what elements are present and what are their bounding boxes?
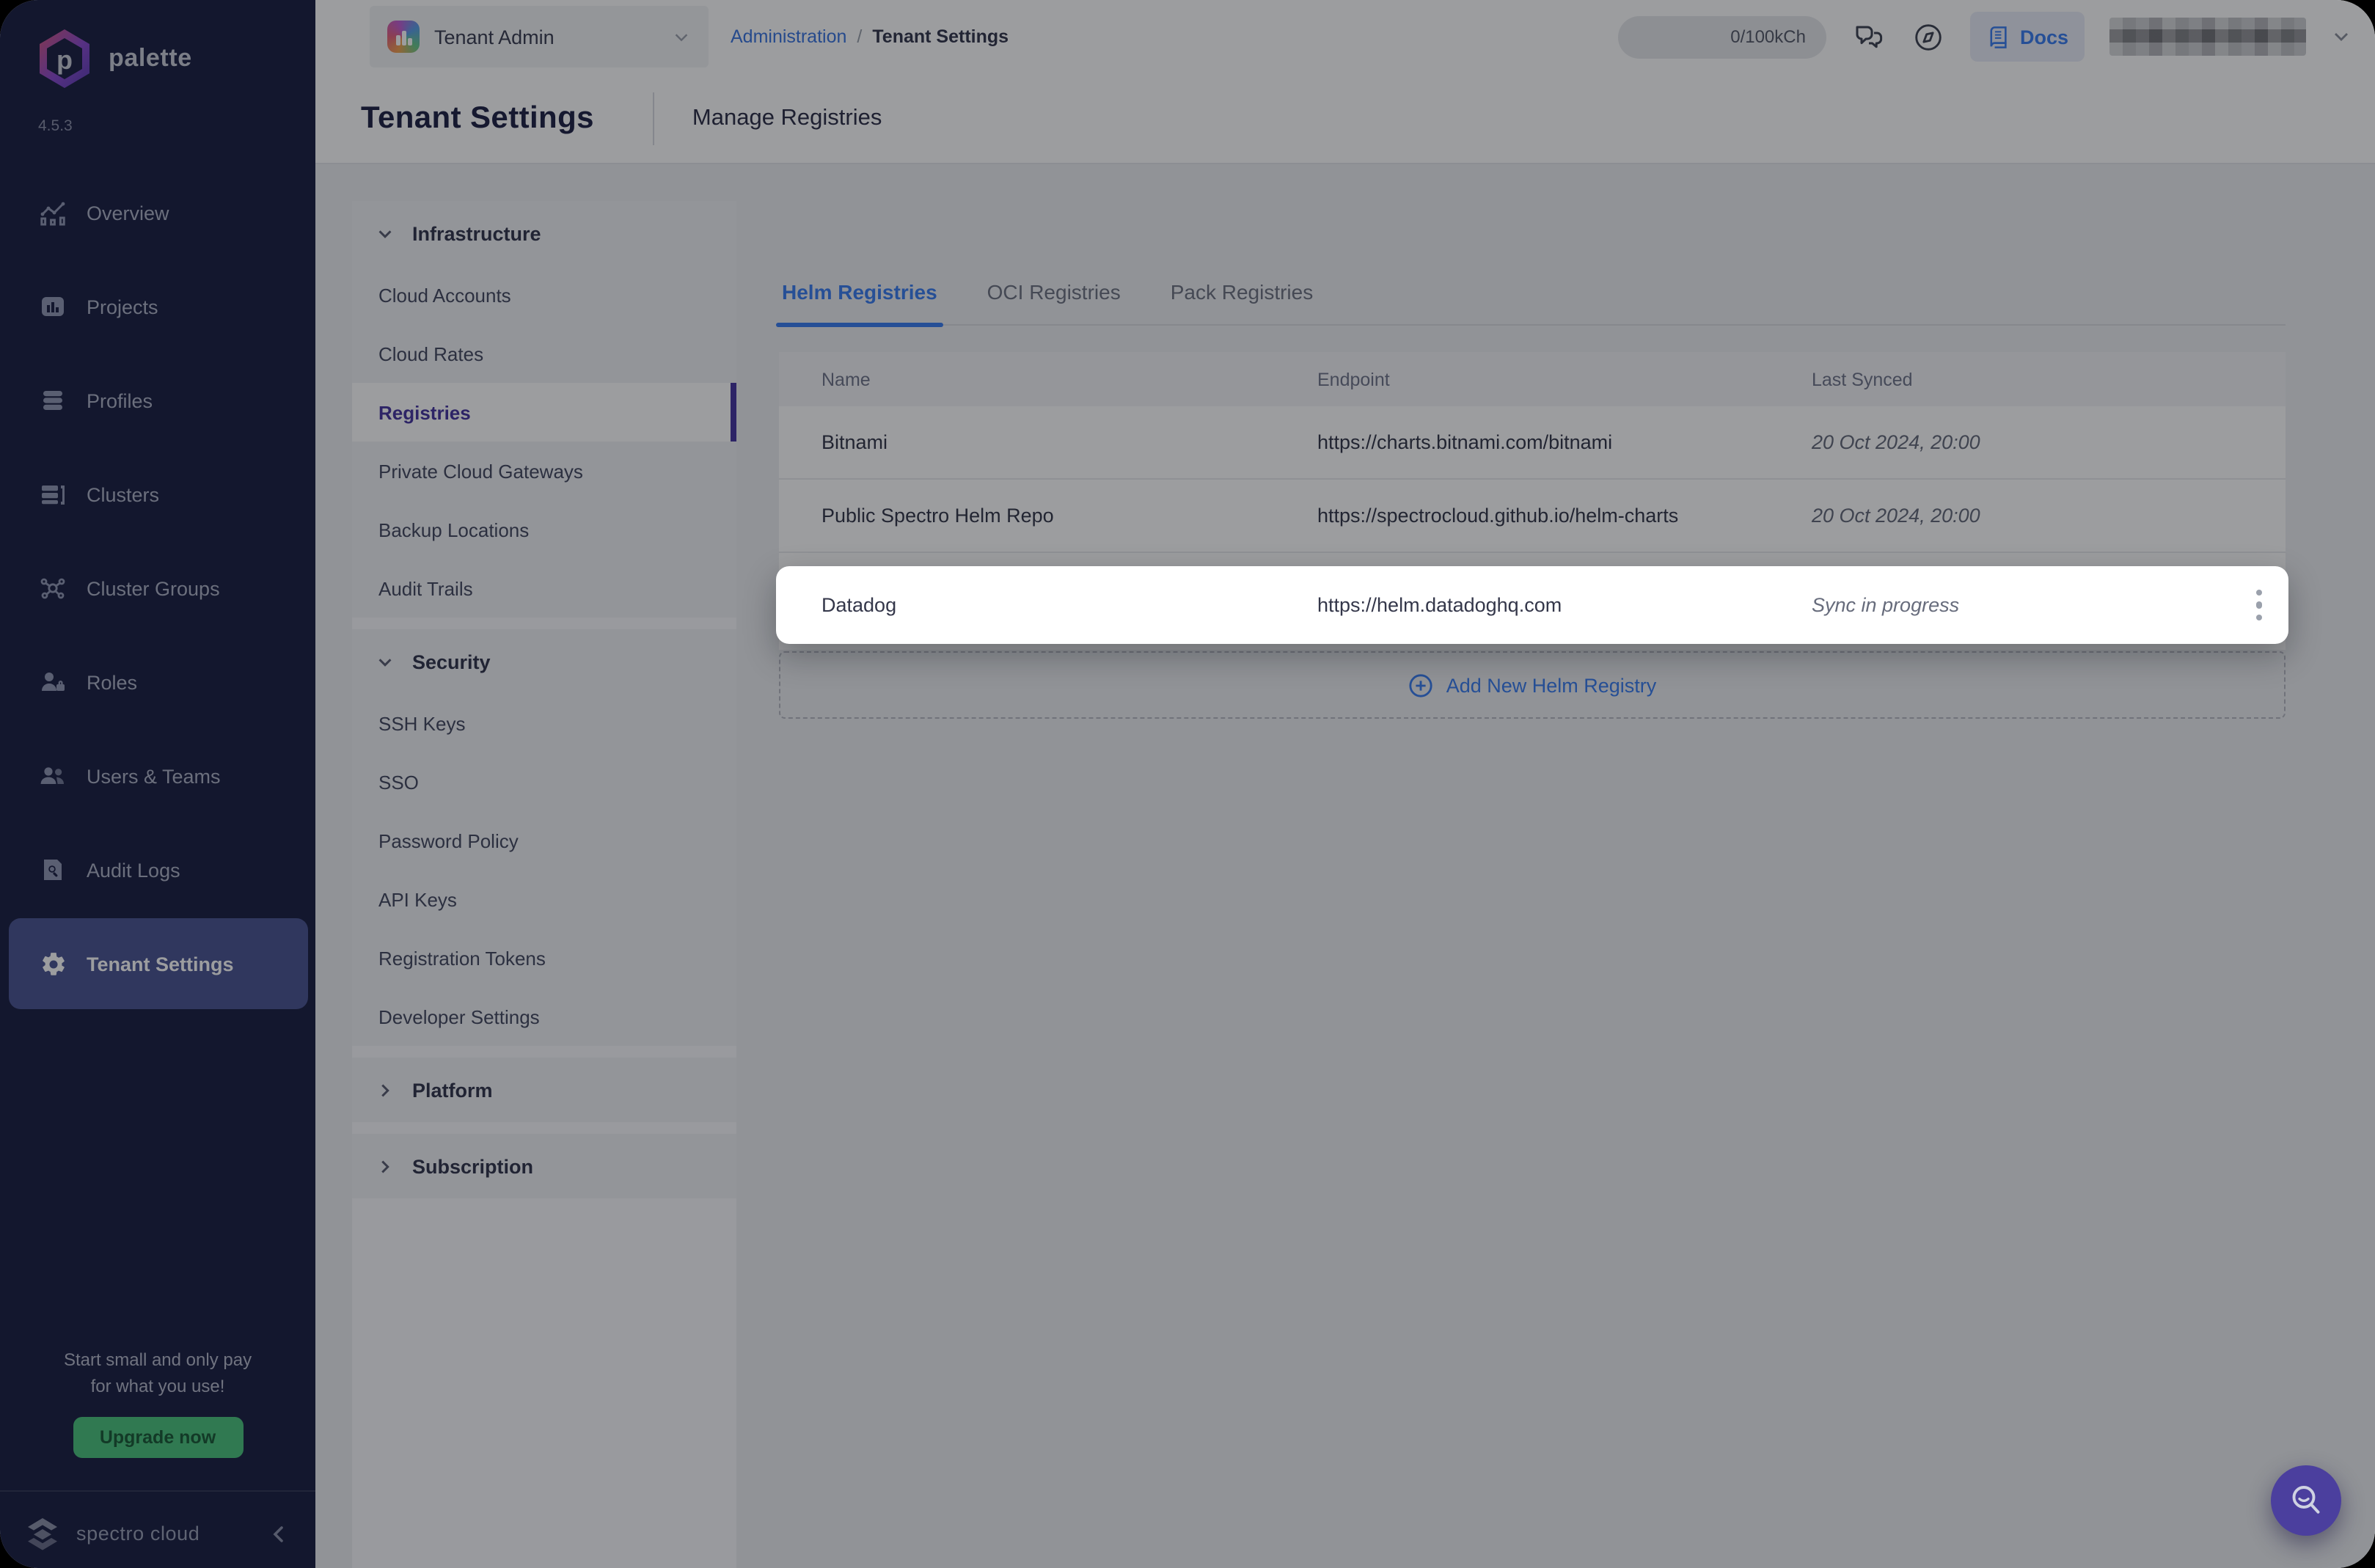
table-row-datadog-highlighted[interactable]: Datadog https://helm.datadoghq.com Sync … (776, 566, 2288, 644)
cell-name: Datadog (776, 594, 1317, 616)
tour-overlay (0, 0, 2375, 1568)
app-window: p palette 4.5.3 Overview Projects (0, 0, 2375, 1568)
cell-endpoint: https://helm.datadoghq.com (1317, 594, 1812, 616)
cell-sync-status: Sync in progress (1812, 594, 2230, 616)
row-actions-menu-icon[interactable] (2230, 590, 2288, 621)
search-icon (2284, 1479, 2328, 1523)
search-fab[interactable] (2271, 1465, 2341, 1536)
